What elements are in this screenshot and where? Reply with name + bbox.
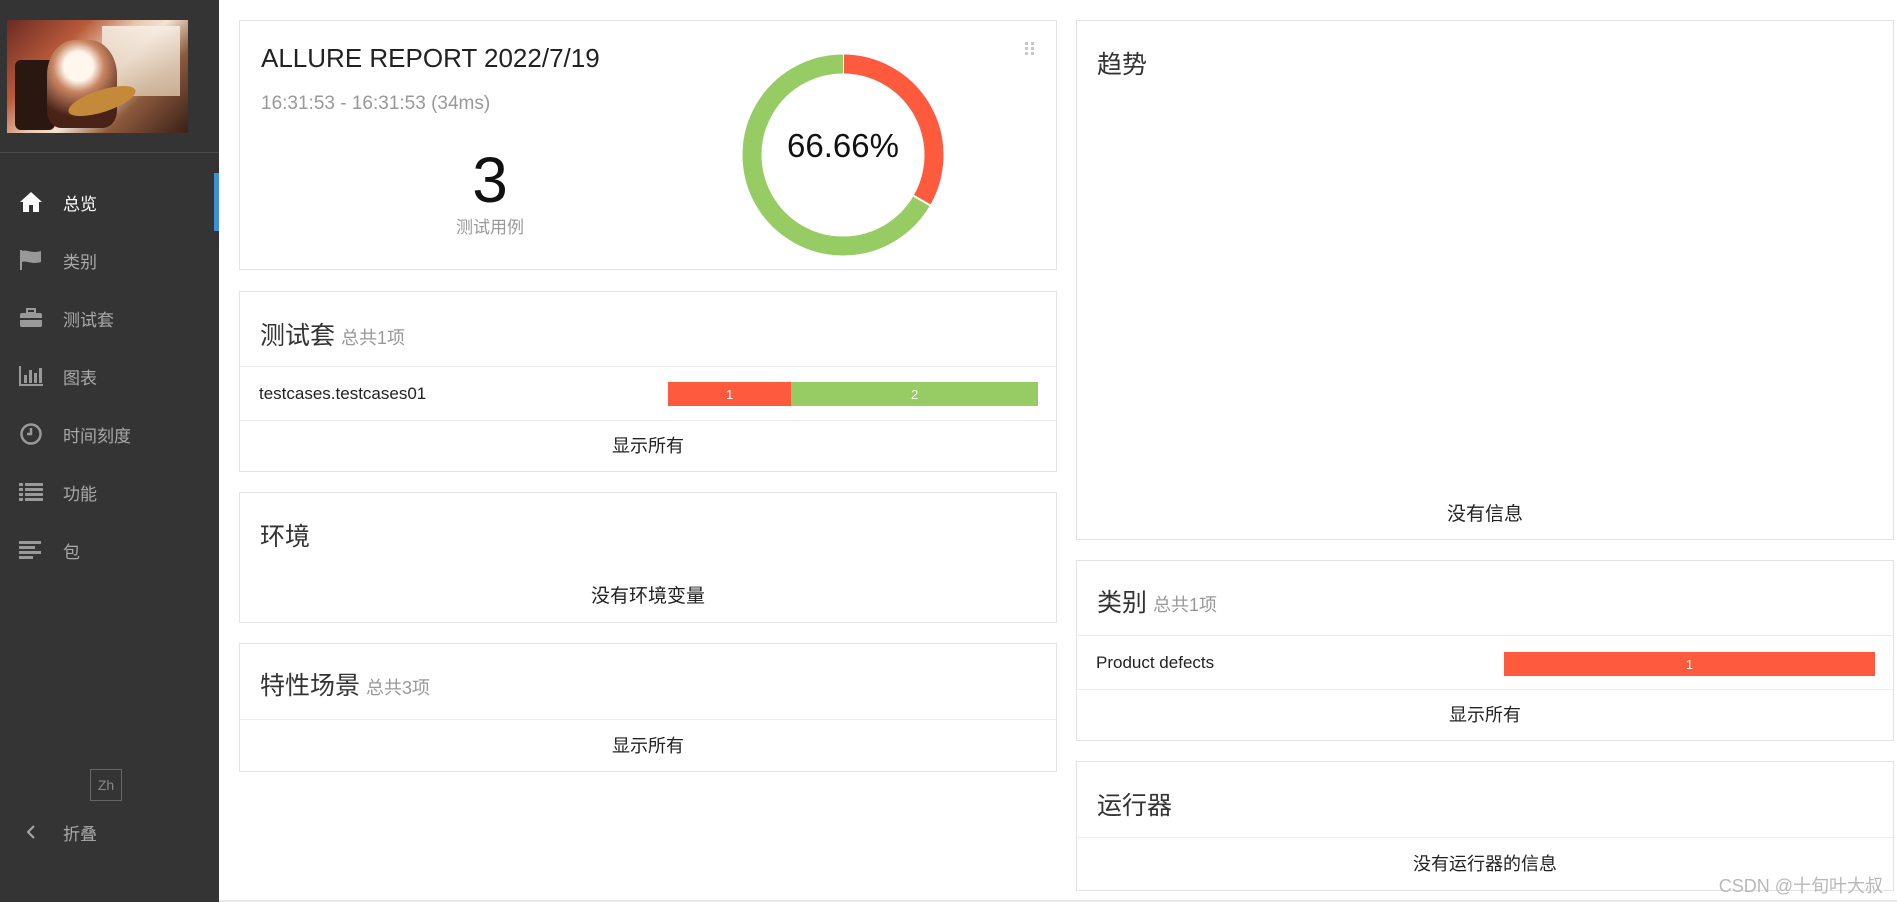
sidebar-item-suites[interactable]: 测试套 (0, 289, 219, 347)
features-title-text: 特性场景 (260, 672, 361, 700)
sidebar-item-label: 图表 (63, 368, 97, 388)
sidebar-item-graphs[interactable]: 图表 (0, 347, 219, 405)
sidebar-nav: 总览 类别 测试套 图表 时间刻度 功能 包 (0, 173, 219, 579)
collapse-button[interactable]: 折叠 (18, 817, 97, 847)
executors-title: 运行器 (1097, 792, 1173, 820)
suites-title: 测试套 总共1项 (260, 316, 405, 352)
bar-chart-icon (18, 363, 44, 389)
list-icon (18, 479, 44, 505)
features-title: 特性场景 总共3项 (260, 666, 430, 702)
sidebar-item-label: 测试套 (63, 310, 114, 330)
failed-segment: 1 (668, 382, 792, 406)
categories-show-all-link[interactable]: 显示所有 (1077, 689, 1893, 741)
trend-empty-message: 没有信息 (1446, 504, 1523, 525)
trend-title: 趋势 (1097, 51, 1148, 79)
passed-segment: 2 (791, 382, 1038, 406)
failed-segment: 1 (1504, 652, 1875, 676)
home-icon (18, 189, 44, 215)
summary-widget: ALLURE REPORT 2022/7/19 16:31:53 - 16:31… (239, 20, 1057, 270)
suites-title-text: 测试套 (260, 322, 336, 350)
sidebar-item-packages[interactable]: 包 (0, 521, 219, 579)
suites-widget: 测试套 总共1项 testcases.testcases01 1 2 显示所有 (239, 291, 1057, 472)
logo-area (0, 0, 219, 153)
test-case-count-label: 测试用例 (456, 218, 524, 237)
table-row[interactable]: Product defects 1 (1077, 635, 1893, 689)
features-show-all-link[interactable]: 显示所有 (240, 719, 1056, 771)
test-case-count: 3 (472, 144, 508, 216)
report-time-range: 16:31:53 - 16:31:53 (34ms) (261, 93, 491, 114)
sidebar-item-label: 包 (63, 542, 80, 562)
sidebar-item-categories[interactable]: 类别 (0, 231, 219, 289)
flag-icon (18, 247, 44, 273)
features-widget: 特性场景 总共3项 显示所有 (239, 643, 1057, 772)
watermark: CSDN @十旬叶大叔 (1718, 876, 1883, 896)
collapse-label: 折叠 (63, 824, 97, 844)
trend-widget: 趋势 没有信息 (1076, 20, 1894, 540)
sidebar-item-label: 总览 (63, 194, 97, 214)
sidebar-item-timeline[interactable]: 时间刻度 (0, 405, 219, 463)
categories-title: 类别 总共1项 (1097, 583, 1217, 619)
categories-subtitle: 总共1项 (1153, 595, 1218, 615)
sidebar-item-label: 时间刻度 (63, 426, 131, 446)
suite-status-bar[interactable]: 1 2 (668, 382, 1038, 406)
report-title: ALLURE REPORT 2022/7/19 (261, 43, 600, 73)
categories-title-text: 类别 (1097, 589, 1148, 617)
suite-name: testcases.testcases01 (259, 384, 427, 403)
language-button[interactable]: Zh (90, 769, 122, 801)
categories-widget: 类别 总共1项 Product defects 1 显示所有 (1076, 560, 1894, 741)
briefcase-icon (18, 305, 44, 331)
suites-subtitle: 总共1项 (341, 328, 406, 348)
clock-icon (18, 421, 44, 447)
sidebar-item-behaviors[interactable]: 功能 (0, 463, 219, 521)
logo-image[interactable] (7, 20, 188, 133)
pass-rate-percentage: 66.66% (787, 127, 899, 164)
sidebar: 总览 类别 测试套 图表 时间刻度 功能 包 Zh 折叠 (0, 0, 219, 902)
chevron-left-icon (18, 824, 44, 840)
sidebar-item-label: 类别 (63, 252, 97, 272)
align-left-icon (18, 537, 44, 563)
features-subtitle: 总共3项 (366, 678, 431, 698)
sidebar-item-overview[interactable]: 总览 (0, 173, 219, 231)
table-row[interactable]: testcases.testcases01 1 2 (240, 366, 1056, 420)
category-name: Product defects (1096, 653, 1215, 672)
environment-title: 环境 (260, 523, 311, 551)
environment-empty-message: 没有环境变量 (590, 586, 705, 607)
environment-widget: 环境 没有环境变量 (239, 492, 1057, 623)
sidebar-item-label: 功能 (63, 484, 97, 504)
suites-show-all-link[interactable]: 显示所有 (240, 420, 1056, 472)
drag-handle-icon[interactable] (1024, 41, 1036, 57)
category-status-bar[interactable]: 1 (1504, 652, 1875, 676)
